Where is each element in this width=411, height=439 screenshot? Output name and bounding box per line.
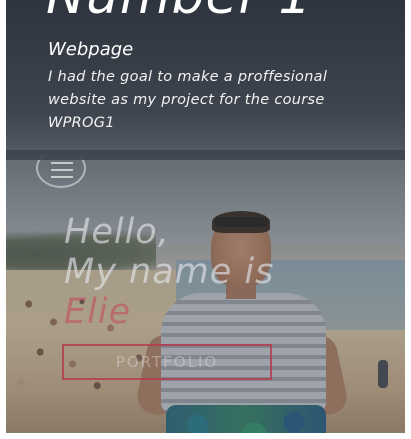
bottom-edge [0, 433, 411, 439]
menu-bar [51, 176, 73, 178]
card-subtitle: Webpage [48, 39, 134, 60]
greeting-line-2: My name is [64, 252, 275, 292]
menu-bar [51, 162, 73, 164]
card-title: Number 1 [46, 0, 313, 26]
greeting-line-1: Hello, [64, 212, 170, 252]
project-preview: Hello, My name is Elie PORTFOLIO Number … [0, 0, 411, 439]
menu-bar [51, 169, 73, 171]
left-edge [0, 0, 6, 439]
right-edge [405, 0, 411, 439]
hero-name: Elie [64, 292, 132, 332]
portfolio-button[interactable]: PORTFOLIO [62, 344, 272, 380]
project-card[interactable]: Number 1 Webpage I had the goal to make … [6, 0, 405, 160]
card-description: I had the goal to make a proffesional we… [48, 69, 328, 131]
hero-greeting: Hello, My name is Elie [64, 212, 274, 332]
